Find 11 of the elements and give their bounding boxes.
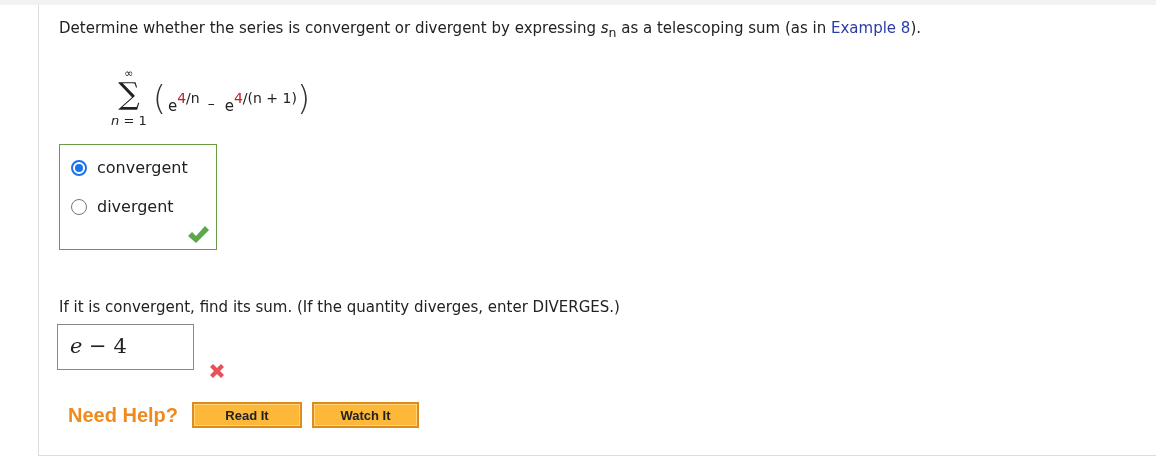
watch-it-button[interactable]: Watch It — [312, 402, 420, 428]
radio-button[interactable] — [71, 159, 87, 176]
need-help-label: Need Help? — [68, 403, 179, 427]
radio-button[interactable] — [71, 198, 87, 215]
question-text: If it is convergent, find its sum. (If the quantity diverges, enter DIVERGES.) — [59, 297, 621, 318]
option-label[interactable]: divergent — [97, 197, 174, 216]
question-text: Determine whether the series is convergent or divergent by expressing s$_{n}$ as a telescoping sum (as in Example 8). — [59, 18, 922, 42]
example-link[interactable]: Example 8 — [831, 19, 911, 37]
answer-field[interactable]: e − 4 — [57, 324, 194, 370]
read-it-button[interactable]: Read It — [192, 402, 303, 428]
option-label[interactable]: convergent — [97, 158, 188, 177]
